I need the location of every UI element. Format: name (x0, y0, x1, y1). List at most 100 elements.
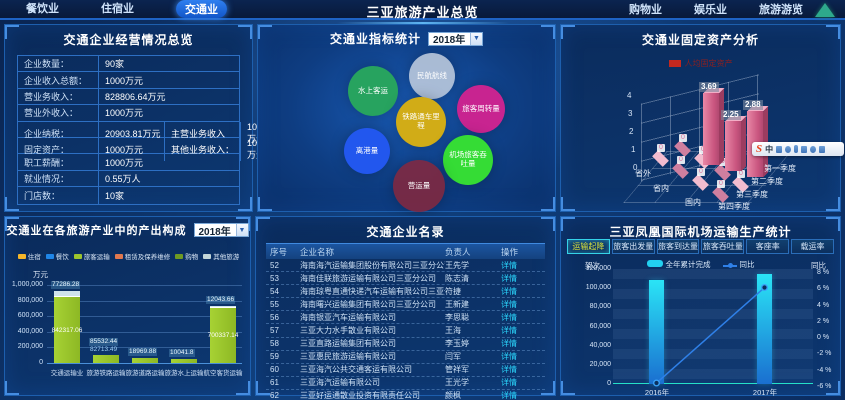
table-row: 职工薪酬： 1000万元 (18, 154, 239, 171)
tab-passenger-arrivals[interactable]: 旅客到达量 (656, 239, 700, 254)
dashboard-screen: 餐饮业 住宿业 交通业 三亚旅游产业总览 购物业 娱乐业 旅游游览 交通企业经营… (0, 0, 845, 400)
tab-takeoffs-landings[interactable]: 运输起降 (567, 239, 610, 254)
chevron-down-icon[interactable] (470, 32, 482, 45)
table-row: 58 三亚直路运输集团有限公司 李玉婷 详情 (266, 338, 545, 351)
nav-item-catering[interactable]: 餐饮业 (26, 0, 59, 18)
table-row: 企业纳税：20903.81万元主营业务收入1000万元 (18, 121, 267, 145)
table-row: 55 海南曙兴运输集团有限公司三亚分公司 王新建 详情 (266, 298, 545, 312)
bar-top-label: 82713.49 (90, 346, 118, 353)
y-tick: 400,000 (17, 328, 43, 335)
bubble-passenger-turnover[interactable]: 旅客周转量 (457, 85, 505, 133)
detail-link[interactable]: 详情 (501, 260, 545, 271)
table-row: 营业外收入： 1000万元 (18, 105, 239, 122)
x-axis-label: 航空客货运输 (203, 370, 243, 377)
bubble-water-passenger[interactable]: 水上客运 (348, 66, 398, 116)
page-title: 三亚旅游产业总览 (336, 2, 509, 24)
table-row: 门店数： 10家 (18, 187, 239, 204)
table-row: 企业收入总额： 1000万元 (18, 72, 239, 89)
y-tick: 100,000 (585, 284, 611, 291)
zero-label: 0 (717, 180, 725, 188)
keyboard-icon[interactable] (801, 145, 808, 153)
punctuation-icon[interactable] (776, 145, 783, 153)
detail-link[interactable]: 详情 (501, 325, 545, 336)
bar-top-label: 12043.66 (206, 296, 236, 304)
bubble-rail-mileage[interactable]: 铁路通车里程 (396, 97, 446, 147)
top-nav: 餐饮业 住宿业 交通业 三亚旅游产业总览 购物业 娱乐业 旅游游览 (0, 0, 845, 24)
operations-table: 企业数量： 90家 企业收入总额： 1000万元 营业务收入： 828806.64万元… (17, 55, 267, 205)
tab-load-factor[interactable]: 客座率 (746, 239, 790, 254)
x-axis-label: 第一季度 (764, 164, 796, 173)
table-row: 59 三亚惠民旅游运输有限公司 闫军 详情 (266, 351, 545, 364)
detail-link[interactable]: 详情 (501, 377, 545, 388)
toolbox-icon[interactable] (819, 145, 826, 153)
y-tick: 0 (607, 380, 611, 387)
table-row: 固定资产：1000万元其他业务收入：1000万元 (18, 137, 267, 161)
legend-line-swatch (722, 263, 737, 268)
x-axis-label: 第三季度 (736, 190, 768, 199)
nav-left-group: 餐饮业 住宿业 交通业 (26, 0, 227, 18)
detail-link[interactable]: 详情 (501, 338, 545, 349)
legend-swatch (45, 253, 54, 259)
zero-label: 0 (677, 156, 685, 164)
table-row: 企业数量： 90家 (18, 56, 239, 73)
nav-item-transport[interactable]: 交通业 (176, 0, 227, 18)
bar-segment-main: 842317.06 (52, 297, 82, 363)
chart-legend: 人均固定资产 (561, 58, 840, 69)
plot-area (613, 269, 813, 387)
y-tick-right: -6 % (817, 383, 832, 390)
legend-bar-swatch (646, 260, 663, 267)
legend-swatch (175, 253, 184, 259)
bubble-civil-aviation[interactable]: 民航航线 (409, 53, 455, 99)
chevron-down-icon[interactable] (235, 224, 248, 236)
emoticon-icon[interactable] (785, 145, 792, 153)
x-axis-label: 第二季度 (751, 177, 783, 186)
detail-link[interactable]: 详情 (501, 364, 545, 375)
detail-link[interactable]: 详情 (501, 351, 545, 362)
y-tick: 1,000,000 (11, 281, 43, 288)
detail-link[interactable]: 详情 (501, 299, 545, 310)
nav-item-lodging[interactable]: 住宿业 (101, 0, 134, 18)
table-row: 60 三亚海汽公共交通客运有限公司 管祥军 详情 (266, 364, 545, 377)
zero-label: 0 (657, 144, 665, 152)
sogou-logo-icon[interactable]: S (756, 143, 762, 155)
bar-segment-main (93, 355, 119, 363)
mic-icon[interactable] (794, 145, 799, 153)
legend-swatch (668, 60, 681, 68)
bubble-airport-throughput[interactable]: 机场旅客吞吐量 (443, 135, 493, 185)
x-axis-label: 旅游水上运输 (164, 370, 204, 377)
y-tick: 1 (631, 145, 636, 154)
table-body: 52 海南海汽运输集团股份有限公司三亚分公司 王先学 详情 53 海南佳联旅游运输有限公… (266, 259, 545, 400)
row-axis-label: 国内 (685, 198, 701, 207)
detail-link[interactable]: 详情 (501, 312, 545, 323)
panel-operations-overview: 交通企业经营情况总览 企业数量： 90家 企业收入总额： 1000万元 营业务收入：… (4, 24, 267, 212)
bubble-departures[interactable]: 离港量 (344, 128, 390, 174)
symbols-icon[interactable] (810, 145, 817, 153)
detail-link[interactable]: 详情 (501, 286, 545, 297)
year-select[interactable]: 2018年 (428, 31, 483, 46)
tab-carry-rate[interactable]: 载运率 (791, 239, 834, 254)
nav-item-entertainment[interactable]: 娱乐业 (694, 1, 727, 17)
x-axis-label: 旅游铁路运输 (86, 370, 126, 377)
stacked-bar (171, 359, 197, 363)
y-tick-right: 2 % (817, 318, 830, 325)
zero-label: 0 (697, 168, 705, 176)
y-tick-right: 4 % (817, 302, 830, 309)
legend-swatch (203, 253, 212, 259)
detail-link[interactable]: 详情 (501, 390, 545, 400)
nav-item-shopping[interactable]: 购物业 (629, 1, 662, 17)
year-select[interactable]: 2018年 (193, 223, 249, 238)
tab-passenger-departures[interactable]: 旅客出发量 (611, 239, 655, 254)
table-row: 52 海南海汽运输集团股份有限公司三亚分公司 王先学 详情 (266, 259, 545, 273)
row-axis-label: 省内 (653, 184, 669, 193)
stacked-bar (132, 358, 158, 363)
bar-value-label: 2.88 (743, 100, 763, 110)
table-row: 营业务收入： 828806.64万元 (18, 88, 239, 106)
lang-toggle[interactable]: 中 (765, 144, 773, 155)
tab-passenger-throughput[interactable]: 旅客吞吐量 (701, 239, 745, 254)
detail-link[interactable]: 详情 (501, 273, 545, 284)
x-axis-label: 交通运输业 (50, 370, 84, 377)
nav-item-tour[interactable]: 旅游游览 (759, 1, 803, 17)
bubble-operations-volume[interactable]: 营运量 (393, 160, 445, 212)
bar-3d (703, 93, 719, 165)
table-row: 54海南琼粤直通快递汽车运输有限公司三亚分公司符捷详情 (266, 285, 545, 299)
